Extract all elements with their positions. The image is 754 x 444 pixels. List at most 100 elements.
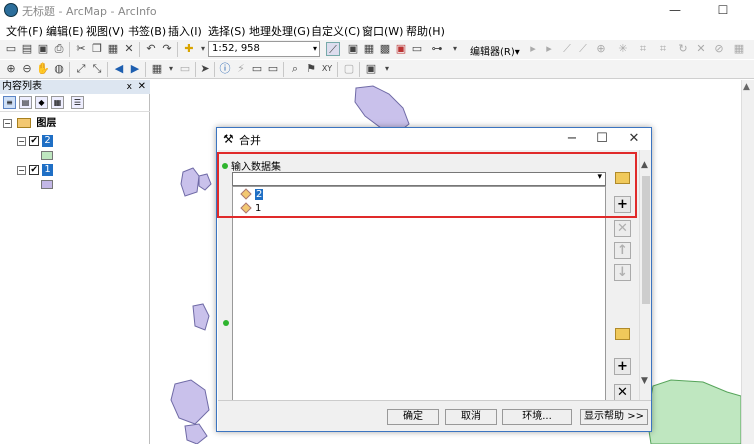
close-icon[interactable]: ✕ <box>138 80 146 94</box>
copy-icon[interactable]: ❐ <box>90 42 104 56</box>
layer-1-symbol[interactable] <box>41 180 53 189</box>
minimize-button[interactable]: — <box>660 0 690 22</box>
list-by-selection-icon[interactable]: ▦ <box>51 96 64 109</box>
layers-root-row[interactable]: − 图层 <box>3 118 56 132</box>
redo-icon[interactable]: ↷ <box>160 42 174 56</box>
html-popup-icon[interactable]: ▭ <box>250 62 264 76</box>
zoom-in-icon[interactable]: ⊕ <box>4 62 18 76</box>
menu-geoprocessing[interactable]: 地理处理(G) <box>249 23 310 39</box>
layer-row-1[interactable]: − ✔ 1 <box>17 164 53 178</box>
window-icon[interactable]: ▣ <box>346 42 360 56</box>
layer-row-2[interactable]: − ✔ 2 <box>17 135 53 149</box>
dialog-close-button[interactable]: ✕ <box>623 130 645 148</box>
polygon-feature[interactable] <box>354 85 410 133</box>
green-polygon-feature[interactable] <box>646 379 742 444</box>
fixed-zoom-out-icon[interactable]: ⤡ <box>90 62 104 76</box>
move-up-button[interactable]: ↑ <box>614 242 631 259</box>
create-features-icon[interactable]: ▦ <box>732 42 746 56</box>
save-icon[interactable]: ▣ <box>36 42 50 56</box>
clear-selection-icon[interactable]: ▭ <box>178 62 192 76</box>
fixed-zoom-in-icon[interactable]: ⤢ <box>74 62 88 76</box>
polygon-feature[interactable] <box>180 167 200 197</box>
arctoolbox-icon[interactable]: ▣ <box>394 42 408 56</box>
full-extent-icon[interactable]: ◍ <box>52 62 66 76</box>
scroll-down-icon[interactable]: ▼ <box>641 376 648 386</box>
find-route-icon[interactable]: ⚑ <box>304 62 318 76</box>
browse-output-folder-icon[interactable] <box>615 328 630 340</box>
new-document-icon[interactable]: ▭ <box>4 42 18 56</box>
menu-edit[interactable]: 编辑(E) <box>46 23 84 39</box>
polygon-feature[interactable] <box>170 379 210 425</box>
open-folder-icon[interactable]: ▤ <box>20 42 34 56</box>
cut-polygon-icon[interactable]: ⌗ <box>656 42 670 56</box>
move-down-button[interactable]: ↓ <box>614 264 631 281</box>
edit-tool-icon[interactable]: ▸ <box>526 42 540 56</box>
menu-help[interactable]: 帮助(H) <box>406 23 445 39</box>
time-slider-icon[interactable]: ▢ <box>342 62 356 76</box>
options-icon[interactable]: ☰ <box>71 96 84 109</box>
menu-insert[interactable]: 插入(I) <box>168 23 202 39</box>
environments-button[interactable]: 环境... <box>502 409 572 425</box>
remove-item-button[interactable]: ✕ <box>614 220 631 237</box>
polygon-feature[interactable] <box>184 423 208 444</box>
measure-icon[interactable]: ▭ <box>266 62 280 76</box>
menu-customize[interactable]: 自定义(C) <box>311 23 360 39</box>
collapse-icon[interactable]: − <box>17 136 26 146</box>
undo-icon[interactable]: ↶ <box>144 42 158 56</box>
identify-icon[interactable]: ⓘ <box>218 62 232 76</box>
select-elements-icon[interactable]: ➤ <box>198 62 212 76</box>
dialog-maximize-button[interactable]: ☐ <box>591 130 613 148</box>
print-icon[interactable]: ⎙ <box>52 42 66 56</box>
pan-icon[interactable]: ✋ <box>36 62 50 76</box>
modelbuilder-icon[interactable]: ⊶ <box>430 42 444 56</box>
show-help-button[interactable]: 显示帮助 >> <box>580 409 648 425</box>
cancel-button[interactable]: 取消 <box>445 409 497 425</box>
ok-button[interactable]: 确定 <box>387 409 439 425</box>
scroll-up-icon[interactable]: ▲ <box>743 82 750 92</box>
list-by-source-icon[interactable]: ▤ <box>19 96 32 109</box>
go-back-icon[interactable]: ◀ <box>112 62 126 76</box>
rotate-icon[interactable]: ↻ <box>676 42 690 56</box>
layer-1-label[interactable]: 1 <box>42 164 53 176</box>
straight-segment-icon[interactable]: ⟋ <box>560 42 574 56</box>
hyperlink-icon[interactable]: ⚡ <box>234 62 248 76</box>
editor-toolbar-icon[interactable]: ⟋ <box>326 42 340 56</box>
layer-2-checkbox[interactable]: ✔ <box>29 136 40 146</box>
layer-1-checkbox[interactable]: ✔ <box>29 165 40 175</box>
list-by-drawing-order-icon[interactable]: ≡ <box>3 96 16 109</box>
sketch-properties-icon[interactable]: ⊘ <box>712 42 726 56</box>
toolbar-options-2-icon[interactable]: ▾ <box>380 62 394 76</box>
map-scrollbar[interactable]: ▲ <box>741 80 754 444</box>
select-dropdown-icon[interactable]: ▾ <box>164 62 178 76</box>
delete-icon[interactable]: ✕ <box>122 42 136 56</box>
dialog-minimize-button[interactable]: − <box>561 130 583 148</box>
layer-2-label[interactable]: 2 <box>42 135 53 147</box>
menu-select[interactable]: 选择(S) <box>208 23 246 39</box>
polygon-feature[interactable] <box>192 303 210 331</box>
construct-points-icon[interactable]: ⊕ <box>594 42 608 56</box>
add-data-icon[interactable]: ✚ <box>182 42 196 56</box>
menu-file[interactable]: 文件(F) <box>6 23 43 39</box>
list-by-visibility-icon[interactable]: ◆ <box>35 96 48 109</box>
go-forward-icon[interactable]: ▶ <box>128 62 142 76</box>
create-viewer-icon[interactable]: ▣ <box>364 62 378 76</box>
catalog-icon[interactable]: ▦ <box>362 42 376 56</box>
go-to-xy-icon[interactable]: XY <box>320 62 334 76</box>
scrollbar-thumb[interactable] <box>642 176 650 304</box>
select-features-icon[interactable]: ▦ <box>150 62 164 76</box>
attributes-icon[interactable]: ✕ <box>694 42 708 56</box>
map-scale-combobox[interactable]: 1:52, 958 ▾ <box>208 41 320 57</box>
endpoint-arc-icon[interactable]: ⟋ <box>576 42 590 56</box>
split-tool-icon[interactable]: ✳ <box>616 42 630 56</box>
maximize-button[interactable]: ☐ <box>708 0 738 22</box>
find-icon[interactable]: ⌕ <box>288 62 302 76</box>
pin-icon[interactable]: ⅹ <box>127 80 132 94</box>
reshape-icon[interactable]: ⌗ <box>636 42 650 56</box>
edit-annotation-icon[interactable]: ▸ <box>542 42 556 56</box>
search-window-icon[interactable]: ▩ <box>378 42 392 56</box>
delete-field-button[interactable]: ✕ <box>614 384 631 401</box>
dialog-scrollbar[interactable]: ▲ ▼ <box>639 150 651 400</box>
editor-menu[interactable]: 编辑器(R)▾ <box>470 43 520 58</box>
menu-bookmarks[interactable]: 书签(B) <box>128 23 166 39</box>
layer-2-symbol[interactable] <box>41 151 53 160</box>
